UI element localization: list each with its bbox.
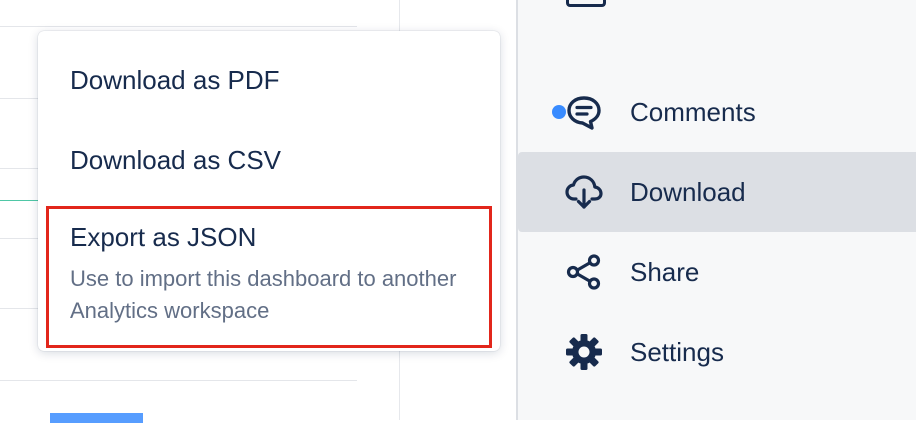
right-sidebar: Comments Download Share Settings — [516, 0, 916, 420]
chart-gridline — [0, 26, 357, 27]
menu-item-description: Use to import this dashboard to another … — [70, 266, 457, 323]
menu-item-export-json[interactable]: Export as JSON Use to import this dashbo… — [46, 206, 492, 348]
sidebar-item-comments[interactable]: Comments — [518, 72, 916, 152]
download-menu: Download as PDF Download as CSV Export a… — [38, 31, 500, 351]
menu-item-download-csv[interactable]: Download as CSV — [38, 145, 500, 176]
chart-bar — [50, 413, 143, 423]
sidebar-item-settings[interactable]: Settings — [518, 312, 916, 392]
menu-item-download-pdf[interactable]: Download as PDF — [38, 65, 500, 96]
share-icon — [564, 252, 604, 292]
sidebar-item-label: Settings — [630, 336, 724, 367]
gear-icon — [564, 332, 604, 372]
comment-icon — [564, 92, 604, 132]
chart-series-line — [0, 200, 40, 201]
sidebar-item-label: Comments — [630, 96, 756, 127]
cloud-download-icon — [564, 172, 604, 212]
sidebar-item-share[interactable]: Share — [518, 232, 916, 312]
sidebar-item-label: Share — [630, 256, 700, 287]
sidebar-item-label: Download — [630, 176, 746, 207]
sidebar-item-download[interactable]: Download — [518, 152, 916, 232]
menu-item-label: Download as CSV — [70, 145, 281, 175]
menu-item-label: Export as JSON — [70, 222, 257, 252]
menu-item-label: Download as PDF — [70, 65, 280, 95]
panel-icon[interactable] — [566, 0, 606, 7]
chart-gridline — [0, 380, 357, 381]
